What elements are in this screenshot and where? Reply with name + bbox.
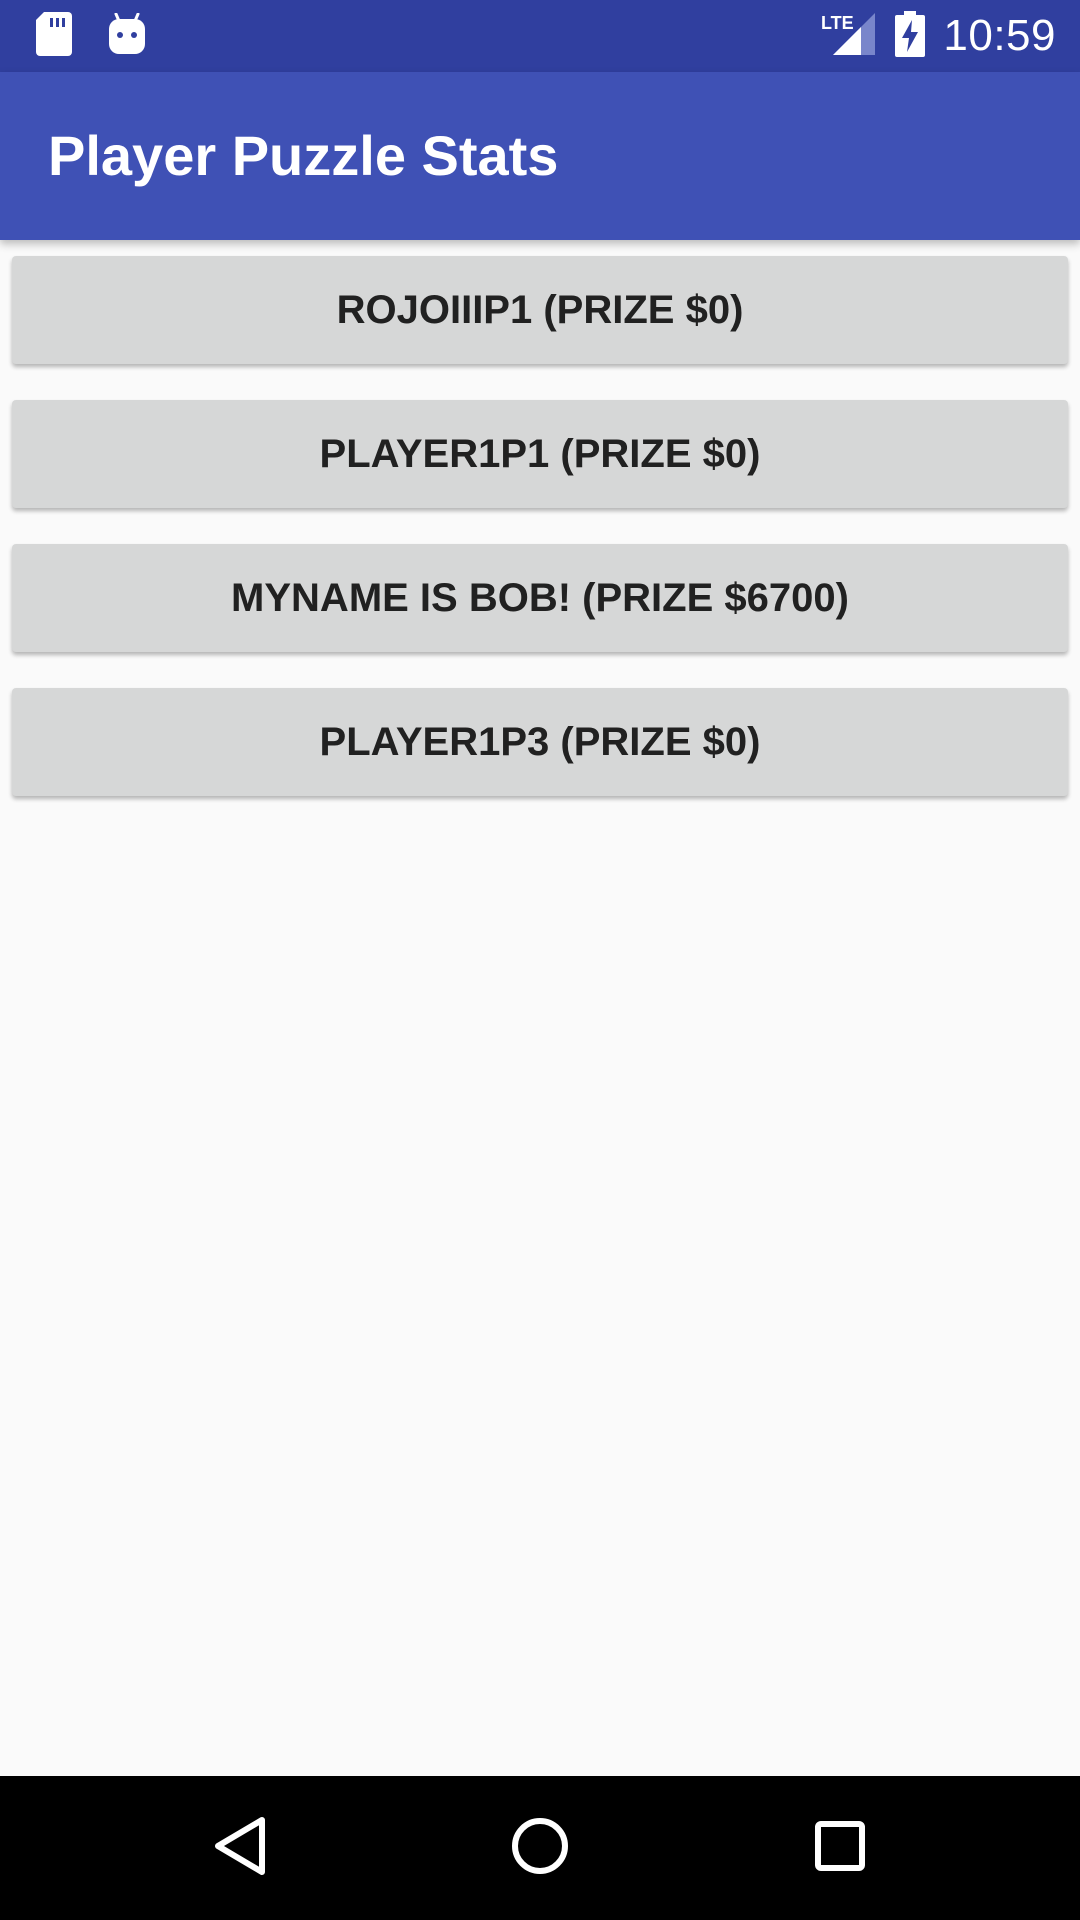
status-right-icons: LTE 10:59 [821,0,1056,72]
player-list: ROJOIIIP1 (PRIZE $0) PLAYER1P1 (PRIZE $0… [12,256,1068,832]
recents-icon [814,1820,866,1877]
status-bar: LTE 10:59 [0,0,1080,72]
back-button[interactable] [168,1776,312,1920]
recents-button[interactable] [768,1776,912,1920]
screen: LTE 10:59 Player Puzzle Stats ROJOIIIP1 … [0,0,1080,1920]
sd-card-icon [36,11,72,61]
player-stats-button[interactable]: PLAYER1P3 (PRIZE $0) [12,688,1068,796]
status-clock: 10:59 [943,11,1056,60]
app-title: Player Puzzle Stats [48,124,559,187]
navigation-bar [0,1776,1080,1920]
android-debug-icon [108,12,146,60]
content-area: ROJOIIIP1 (PRIZE $0) PLAYER1P1 (PRIZE $0… [0,240,1080,1776]
lte-label: LTE [821,13,854,33]
home-button[interactable] [468,1776,612,1920]
back-icon [212,1816,268,1881]
lte-signal-icon: LTE [821,11,877,62]
battery-charging-icon [895,10,926,62]
player-stats-button[interactable]: ROJOIIIP1 (PRIZE $0) [12,256,1068,364]
home-icon [510,1816,570,1881]
status-left-icons [36,11,182,61]
player-stats-button[interactable]: PLAYER1P1 (PRIZE $0) [12,400,1068,508]
player-stats-button[interactable]: MYNAME IS BOB! (PRIZE $6700) [12,544,1068,652]
app-bar: Player Puzzle Stats [0,72,1080,240]
